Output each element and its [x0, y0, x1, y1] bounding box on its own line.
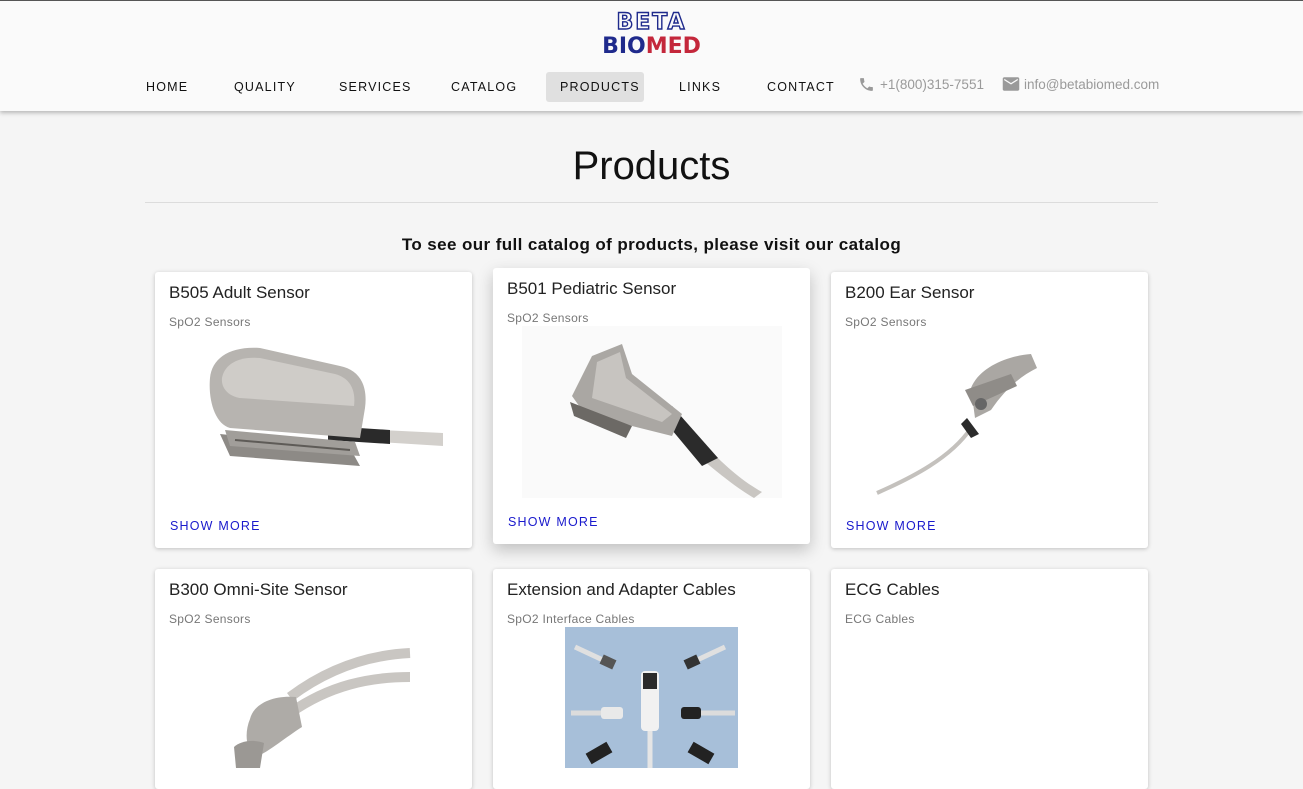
- product-title: B200 Ear Sensor: [845, 283, 975, 302]
- b300-sensor-image: [234, 648, 411, 768]
- nav-home[interactable]: HOME: [132, 72, 198, 102]
- nav-catalog[interactable]: CATALOG: [437, 72, 525, 102]
- product-category: SpO2 Sensors: [169, 315, 251, 329]
- title-divider: [145, 202, 1158, 203]
- product-title: Extension and Adapter Cables: [507, 580, 736, 599]
- b200-sensor-image: [876, 354, 1037, 495]
- product-category: ECG Cables: [845, 612, 915, 626]
- logo-med-text: MED: [645, 34, 701, 59]
- nav-quality[interactable]: QUALITY: [220, 72, 304, 102]
- nav-contact[interactable]: CONTACT: [753, 72, 842, 102]
- product-title: B300 Omni-Site Sensor: [169, 580, 348, 599]
- b501-sensor-image: [522, 326, 782, 498]
- product-category: SpO2 Sensors: [507, 311, 589, 325]
- logo-biomed-text: BIOMED: [590, 35, 713, 59]
- nav-links[interactable]: LINKS: [665, 72, 731, 102]
- product-card-ecg-cables[interactable]: ECG Cables ECG Cables: [831, 569, 1148, 789]
- product-title: B505 Adult Sensor: [169, 283, 310, 302]
- beta-biomed-logo[interactable]: BETA BIOMED: [590, 10, 713, 59]
- phone-number: +1(800)315-7551: [880, 77, 984, 92]
- nav-products[interactable]: PRODUCTS: [546, 72, 644, 102]
- show-more-button[interactable]: SHOW MORE: [846, 519, 937, 533]
- cables-product-image: [565, 627, 738, 768]
- product-category: SpO2 Interface Cables: [507, 612, 635, 626]
- phone-icon: [860, 78, 873, 91]
- logo-bio-text: BIO: [602, 34, 646, 59]
- page-title: Products: [572, 144, 731, 188]
- product-category: SpO2 Sensors: [845, 315, 927, 329]
- nav-services[interactable]: SERVICES: [325, 72, 415, 102]
- product-card-b501[interactable]: B501 Pediatric Sensor SpO2 Sensors SHOW …: [493, 268, 810, 544]
- catalog-subtitle: To see our full catalog of products, ple…: [401, 235, 902, 254]
- product-title: ECG Cables: [845, 580, 940, 599]
- email-icon: [1002, 77, 1020, 91]
- site-header: BETA BIOMED HOME QUALITY SERVICES CATALO…: [0, 0, 1303, 111]
- product-card-b200[interactable]: B200 Ear Sensor SpO2 Sensors SHOW MORE: [831, 272, 1148, 548]
- logo-beta-text: BETA: [616, 10, 687, 35]
- b505-sensor-image: [200, 338, 455, 478]
- email-link[interactable]: info@betabiomed.com: [1002, 75, 1167, 95]
- email-address: info@betabiomed.com: [1024, 77, 1160, 92]
- product-card-b300[interactable]: B300 Omni-Site Sensor SpO2 Sensors: [155, 569, 472, 789]
- show-more-button[interactable]: SHOW MORE: [508, 515, 599, 529]
- phone-link[interactable]: +1(800)315-7551: [858, 75, 988, 95]
- product-card-extension-cables[interactable]: Extension and Adapter Cables SpO2 Interf…: [493, 569, 810, 789]
- product-title: B501 Pediatric Sensor: [507, 279, 677, 298]
- product-card-b505[interactable]: B505 Adult Sensor SpO2 Sensors SHOW MORE: [155, 272, 472, 548]
- product-category: SpO2 Sensors: [169, 612, 251, 626]
- show-more-button[interactable]: SHOW MORE: [170, 519, 261, 533]
